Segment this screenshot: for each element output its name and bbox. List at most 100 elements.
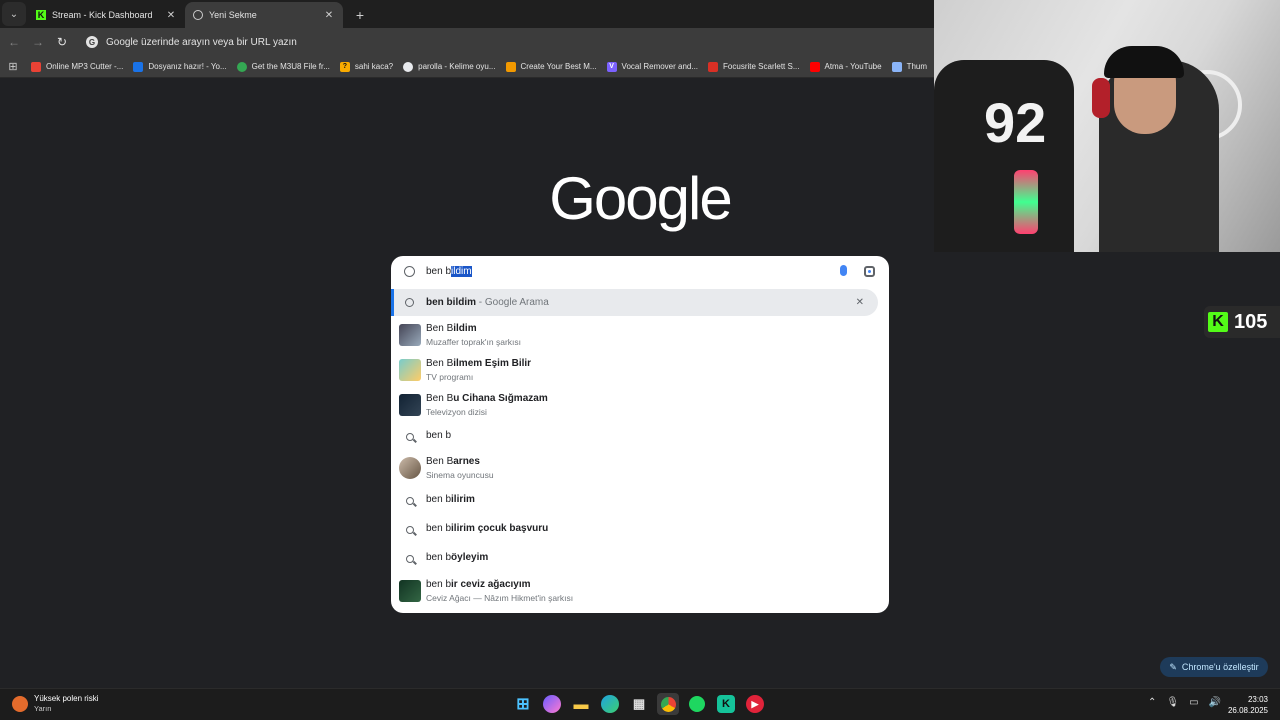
bookmark-item[interactable]: Atma - YouTube xyxy=(805,61,887,72)
clock[interactable]: 23:03 26.08.2025 xyxy=(1222,694,1268,716)
volume-icon[interactable]: 🔊 xyxy=(1209,697,1221,708)
google-icon: G xyxy=(86,36,98,48)
tab-new-tab[interactable]: Yeni Sekme ✕ xyxy=(185,2,343,28)
pencil-icon: ✎ xyxy=(1169,661,1177,672)
bookmark-favicon-icon: ? xyxy=(339,61,350,72)
suggestion-item[interactable]: ben bilirim çocuk başvuru xyxy=(391,516,889,542)
bookmark-favicon-icon xyxy=(236,61,247,72)
bookmark-item[interactable]: Dosyanız hazır! - Yo... xyxy=(128,61,231,72)
tab-kick-dashboard[interactable]: K Stream - Kick Dashboard ✕ xyxy=(28,2,185,28)
bookmark-item[interactable]: Get the M3U8 File fr... xyxy=(232,61,335,72)
suggestion-item[interactable]: ben b xyxy=(391,423,889,449)
windows-start-icon[interactable]: ⊞ xyxy=(512,693,534,715)
display-icon[interactable]: ▭ xyxy=(1189,697,1198,708)
apps-grid-icon[interactable]: ⊞ xyxy=(0,60,26,73)
tab-title: Yeni Sekme xyxy=(209,10,257,20)
bookmark-favicon-icon xyxy=(403,61,414,72)
customize-chrome-button[interactable]: ✎ Chrome'u özelleştir xyxy=(1160,657,1268,677)
back-button[interactable]: ← xyxy=(2,30,26,54)
bookmark-favicon-icon xyxy=(891,61,902,72)
spotify-icon[interactable] xyxy=(686,693,708,715)
suggestion-thumbnail xyxy=(399,324,421,346)
store-icon[interactable]: ▦ xyxy=(628,693,650,715)
forward-button[interactable]: → xyxy=(26,30,50,54)
chrome-icon xyxy=(193,10,203,20)
microphone-icon[interactable]: 🎙 xyxy=(1166,697,1179,708)
suggestion-item[interactable]: ben böyleyim xyxy=(391,545,889,571)
bookmarks-bar: ⊞ Online MP3 Cutter -... Dosyanız hazır!… xyxy=(0,56,934,78)
browser-window: ⌄ K Stream - Kick Dashboard ✕ Yeni Sekme… xyxy=(0,0,1280,720)
tab-search-button[interactable]: ⌄ xyxy=(2,2,26,26)
chrome-icon[interactable] xyxy=(657,693,679,715)
bookmark-item[interactable]: Focusrite Scarlett S... xyxy=(703,61,804,72)
bookmark-item[interactable]: parolla - Kelime oyu... xyxy=(398,61,500,72)
bookmark-favicon-icon xyxy=(505,61,516,72)
toolbar: ← → ↻ G Google üzerinde arayın veya bir … xyxy=(0,28,934,56)
youtube-icon xyxy=(809,61,820,72)
kick-viewer-badge: K 105 xyxy=(1204,306,1280,338)
taskbar: Yüksek polen riski Yarın ⊞ ▬ ▦ K ▶ ⌃ 🎙 ▭… xyxy=(0,688,1280,720)
bookmark-item[interactable]: Online MP3 Cutter -... xyxy=(26,61,128,72)
search-icon xyxy=(404,553,415,564)
kick-icon: K xyxy=(1208,312,1228,332)
viewer-count: 105 xyxy=(1234,310,1268,333)
remove-suggestion-icon[interactable]: ✕ xyxy=(856,297,864,308)
reload-button[interactable]: ↻ xyxy=(50,30,74,54)
suggestion-thumbnail xyxy=(399,359,421,381)
selected-text: ildim xyxy=(451,266,472,277)
search-query: ben bildim xyxy=(426,266,472,277)
google-lens-icon[interactable] xyxy=(864,266,875,277)
search-icon xyxy=(404,431,415,442)
file-explorer-icon[interactable]: ▬ xyxy=(570,693,592,715)
search-dropdown: ben bildim ben bildim - Google Arama ✕ B… xyxy=(391,256,889,613)
tab-close-icon[interactable]: ✕ xyxy=(323,10,335,21)
webcam-overlay: 92 xyxy=(934,0,1280,252)
kick-icon: K xyxy=(36,10,46,20)
search-input[interactable]: ben bildim xyxy=(391,256,889,288)
bookmark-item[interactable]: Create Your Best M... xyxy=(501,61,602,72)
tab-title: Stream - Kick Dashboard xyxy=(52,10,153,20)
history-icon xyxy=(404,297,415,308)
headset-shape xyxy=(1092,78,1110,118)
suggestion-item[interactable]: ben bir ceviz ağacıyım Ceviz Ağacı — Nâz… xyxy=(391,574,889,608)
bookmark-favicon-icon xyxy=(708,61,719,72)
suggestion-item[interactable]: Ben Bildim Muzaffer toprak'ın şarkısı xyxy=(391,318,889,352)
tab-strip: ⌄ K Stream - Kick Dashboard ✕ Yeni Sekme… xyxy=(0,0,934,28)
address-bar-placeholder: Google üzerinde arayın veya bir URL yazı… xyxy=(106,36,297,48)
tab-close-icon[interactable]: ✕ xyxy=(165,10,177,21)
bookmark-item[interactable]: Thum xyxy=(887,61,932,72)
chevron-up-icon[interactable]: ⌃ xyxy=(1148,697,1156,708)
bookmark-item[interactable]: ? sahi kaca? xyxy=(335,61,398,72)
suggestion-item[interactable]: Ben Bilmem Eşim Bilir TV programı xyxy=(391,353,889,387)
suggestion-thumbnail xyxy=(399,394,421,416)
copilot-icon[interactable] xyxy=(543,695,561,713)
address-bar[interactable]: G Google üzerinde arayın veya bir URL ya… xyxy=(80,31,930,53)
suggestion-item[interactable]: ben bilirim xyxy=(391,487,889,513)
bookmark-item[interactable]: V Vocal Remover and... xyxy=(602,61,703,72)
bookmark-favicon-icon: V xyxy=(606,61,617,72)
edge-icon[interactable] xyxy=(601,695,619,713)
jersey-number: 92 xyxy=(984,91,1047,154)
history-icon xyxy=(404,266,415,277)
weather-widget[interactable]: Yüksek polen riski Yarın xyxy=(12,694,98,714)
rgb-microphone-shape xyxy=(1014,170,1038,234)
suggestion-thumbnail xyxy=(399,457,421,479)
suggestion-item[interactable]: Ben Barnes Sinema oyuncusu xyxy=(391,451,889,485)
kick-app-icon[interactable]: K xyxy=(717,695,735,713)
gaming-chair-shape xyxy=(934,60,1074,252)
microphone-icon[interactable] xyxy=(840,265,847,276)
google-logo: Google xyxy=(549,164,732,232)
bookmark-favicon-icon xyxy=(31,61,41,72)
weather-icon xyxy=(12,696,28,712)
cap-shape xyxy=(1104,46,1184,78)
media-player-icon[interactable]: ▶ xyxy=(746,695,764,713)
suggestion-thumbnail xyxy=(399,580,421,602)
bookmark-favicon-icon xyxy=(133,61,144,72)
suggestion-item[interactable]: Ben Bu Cihana Sığmazam Televizyon dizisi xyxy=(391,388,889,422)
suggestion-item[interactable]: ben bildim - Google Arama ✕ xyxy=(391,289,878,316)
taskbar-apps: ⊞ ▬ ▦ K ▶ xyxy=(512,693,766,715)
system-tray: ⌃ 🎙 ▭ 🔊 xyxy=(1148,697,1221,708)
new-tab-button[interactable]: + xyxy=(349,4,371,26)
search-icon xyxy=(404,524,415,535)
search-icon xyxy=(404,495,415,506)
